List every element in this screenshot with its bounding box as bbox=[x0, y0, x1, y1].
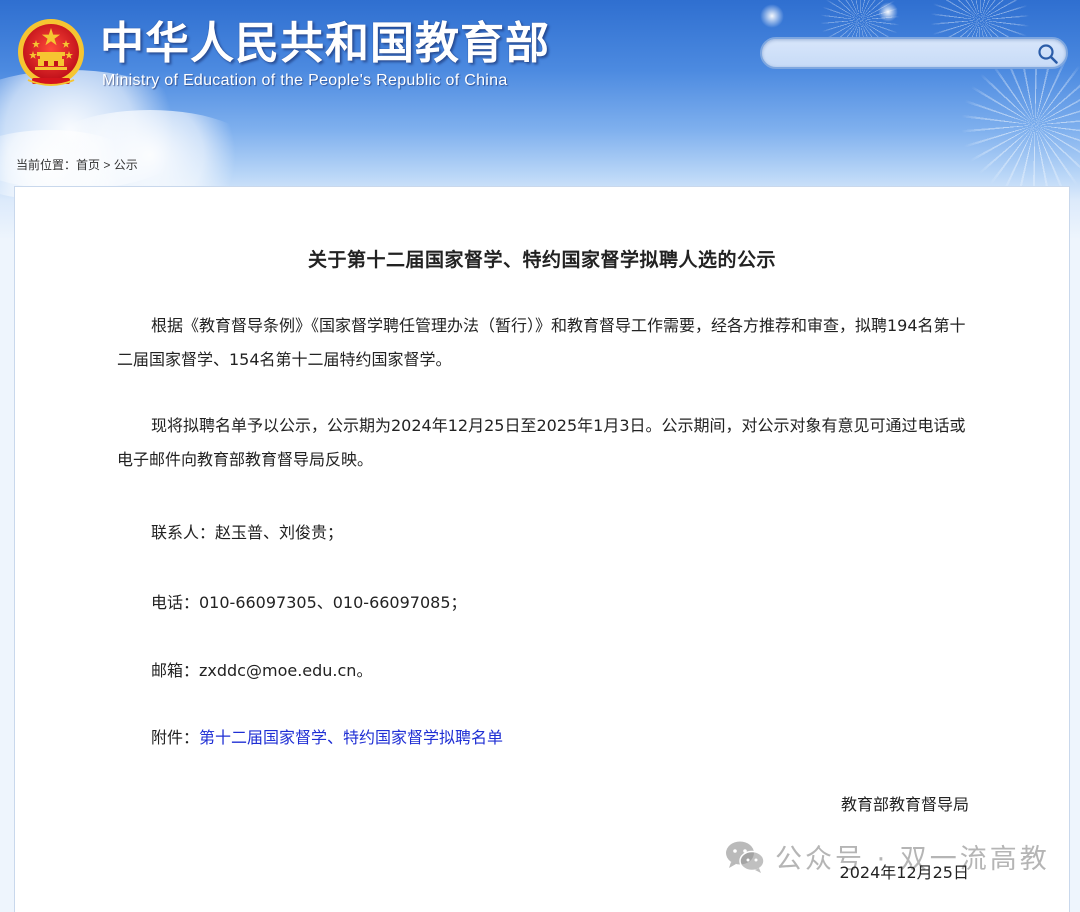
publish-date: 2024年12月25日 bbox=[839, 863, 969, 882]
article-paragraph: 根据《教育督导条例》《国家督学聘任管理办法（暂行）》和教育督导工作需要，经各方推… bbox=[117, 316, 966, 369]
search-box bbox=[760, 37, 1068, 69]
site-title: 中华人民共和国教育部 bbox=[100, 18, 550, 69]
attachment-link[interactable]: 第十二届国家督学、特约国家督学拟聘名单 bbox=[199, 728, 503, 747]
signature: 教育部教育督导局 bbox=[840, 795, 969, 814]
dandelion-decoration bbox=[960, 50, 1080, 200]
article-paragraph: 现将拟聘名单予以公示，公示期为2024年12月25日至2025年1月3日。公示期… bbox=[117, 416, 966, 469]
email-line: 邮箱：zxddc@moe.edu.cn。 bbox=[151, 661, 373, 680]
wechat-icon bbox=[726, 841, 765, 873]
search-input[interactable] bbox=[774, 43, 1040, 67]
contact-line: 联系人：赵玉普、刘俊贵； bbox=[151, 523, 344, 542]
search-icon[interactable] bbox=[1036, 42, 1060, 66]
breadcrumb-current-link[interactable]: 公示 bbox=[114, 158, 138, 172]
article-panel: 关于第十二届国家督学、特约国家督学拟聘人选的公示 根据《教育督导条例》《国家督学… bbox=[14, 186, 1070, 912]
breadcrumb-home-link[interactable]: 首页 bbox=[76, 158, 100, 172]
attachment-line: 附件：第十二届国家督学、特约国家督学拟聘名单 bbox=[151, 724, 503, 748]
breadcrumb-prefix: 当前位置： bbox=[16, 158, 77, 172]
breadcrumb: 当前位置：首页 > 公示 bbox=[16, 156, 138, 173]
article-title: 关于第十二届国家督学、特约国家督学拟聘人选的公示 bbox=[307, 249, 776, 271]
attachment-label: 附件： bbox=[151, 728, 200, 747]
phone-line: 电话：010-66097305、010-66097085； bbox=[151, 593, 467, 612]
sparkle-decoration bbox=[878, 2, 898, 22]
sparkle-decoration bbox=[760, 4, 784, 28]
site-subtitle: Ministry of Education of the People's Re… bbox=[102, 72, 508, 89]
national-emblem-icon bbox=[18, 19, 84, 86]
breadcrumb-separator: > bbox=[100, 158, 114, 172]
page: 中华人民共和国教育部 Ministry of Education of the … bbox=[0, 0, 1080, 912]
